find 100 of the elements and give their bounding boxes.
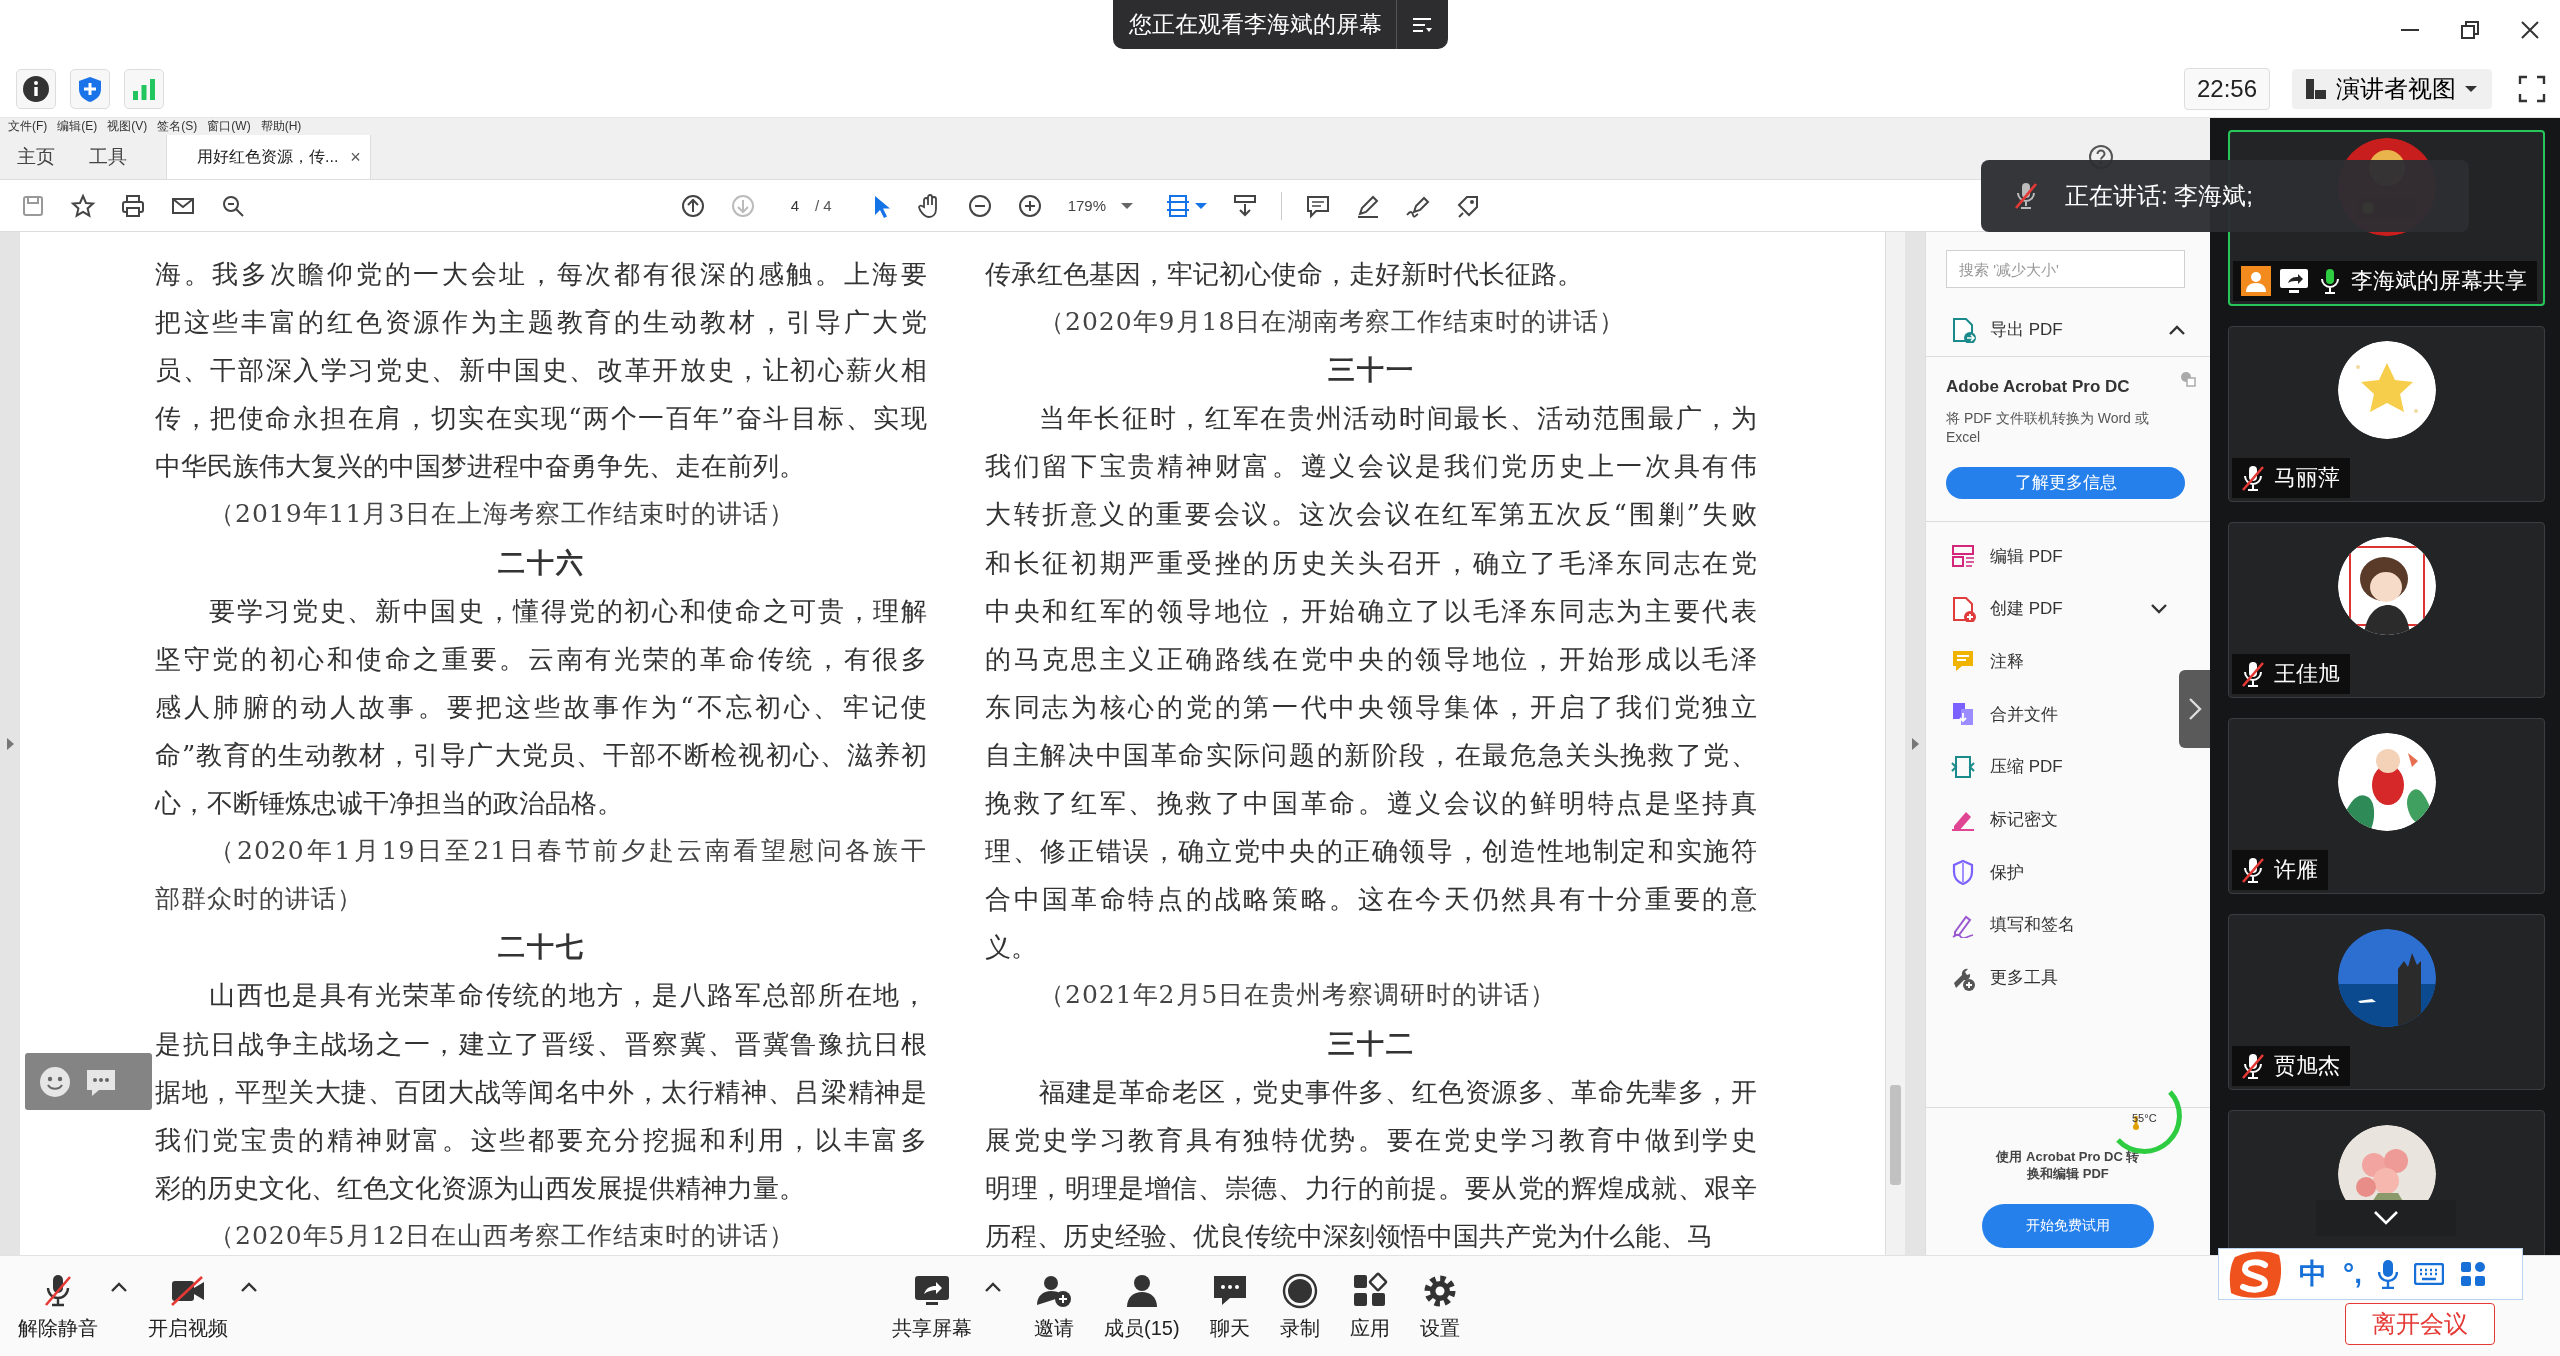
- citation: （2021年2月5日在贵州考察调研时的讲话）: [1038, 979, 1558, 1012]
- previous-page-icon[interactable]: [680, 192, 706, 219]
- citation: （2020年5月12日在山西考察工作结束时的讲话）: [208, 1219, 797, 1252]
- tool-item[interactable]: 更多工具: [1926, 951, 2174, 1004]
- security-button[interactable]: [70, 68, 110, 109]
- collapse-button[interactable]: [2179, 670, 2210, 748]
- paragraph: 传承红色基因，牢记初心使命，走好新时代长征路。: [985, 258, 1584, 291]
- tool-item[interactable]: 注释: [1926, 635, 2174, 688]
- grid-icon[interactable]: [2460, 1261, 2486, 1287]
- star-icon[interactable]: [70, 192, 96, 219]
- chevron-right-icon: [2187, 697, 2202, 721]
- info-button[interactable]: [16, 68, 56, 109]
- meeting-time: 22:56: [2183, 67, 2270, 110]
- tool-item[interactable]: 编辑 PDF: [1926, 529, 2174, 583]
- emoji-button[interactable]: [39, 1065, 71, 1098]
- mic-button[interactable]: 解除静音: [12, 1266, 104, 1346]
- export-pdf-icon: [1950, 316, 1976, 343]
- tool-item[interactable]: 压缩 PDF: [1926, 740, 2174, 794]
- speaker-text: 正在讲话: 李海斌;: [2065, 181, 2253, 211]
- input-mode[interactable]: 中: [2299, 1255, 2327, 1293]
- invite-button[interactable]: 邀请: [1028, 1266, 1080, 1346]
- section-heading: 二十七: [496, 930, 586, 965]
- fit-page-icon: [1165, 192, 1192, 219]
- layout-icon: [2304, 76, 2328, 101]
- person-icon: [2245, 270, 2267, 292]
- restore-icon: [2459, 19, 2481, 41]
- tool-item[interactable]: 保护: [1926, 845, 2174, 899]
- create-tool-icon: [1950, 595, 1976, 622]
- chat-button[interactable]: 聊天: [1203, 1266, 1256, 1346]
- edit-tool-icon: [1950, 543, 1976, 570]
- section-heading: 二十六: [496, 545, 586, 580]
- video-button[interactable]: 开启视频: [142, 1266, 234, 1346]
- chevron-up-icon: [984, 1280, 1002, 1293]
- tool-item[interactable]: 合并文件: [1926, 687, 2174, 741]
- video-tile[interactable]: 贾旭杰: [2228, 914, 2545, 1090]
- tab[interactable]: 用好红色资源，传... ×: [166, 135, 371, 179]
- banner-title: 您正在观看李海斌的屏幕: [1127, 10, 1383, 39]
- caret-icon: [2464, 83, 2478, 94]
- settings-button[interactable]: 设置: [1413, 1266, 1466, 1346]
- citation: （2020年9月18日在湖南考察工作结束时的讲话）: [1038, 306, 1627, 339]
- tool-item[interactable]: 创建 PDF: [1926, 582, 2174, 636]
- section-heading: 三十一: [1326, 353, 1416, 388]
- mic-off-icon: [2013, 181, 2039, 211]
- emoji-icon: [39, 1065, 71, 1098]
- scrollbar[interactable]: [1885, 232, 1905, 1255]
- paragraph: 福建是革命老区，党史事件多、红色资源多、革命先辈多，开 展党史学习教育具有独特优势。要在党史学习教育中做到学史 明理，明理是增信、崇德、力行的前提。要从党的辉煌成就、艰辛 历程、历史经验、优良传统中深刻领悟中国共产党为什么能、马: [985, 1075, 1757, 1253]
- scroll-mode-icon[interactable]: [1232, 192, 1259, 219]
- chevron-down-icon: [2150, 602, 2168, 615]
- print-icon[interactable]: [120, 192, 146, 219]
- tool-item[interactable]: 填写和签名: [1926, 898, 2174, 952]
- share-button[interactable]: 共享屏幕: [886, 1266, 978, 1346]
- paragraph: 海。我多次瞻仰党的一大会址，每次都有很深的感触。上海要 把这些丰富的红色资源作为主题教育的生动教材，引导广大党 员、干部深入学习党史、新中国史、改革开放史，让初心薪火相 传，把使命永担在肩，切实在实现“两个一百年”奋斗目标、实现 中华民族伟大复兴的中国梦进程中奋勇争先、走在前列。: [155, 258, 927, 484]
- paragraph: 要学习党史、新中国史，懂得党的初心和使命之可贵，理解 坚守党的初心和使命之重要。云南有光荣的革命传统，有很多 感人肺腑的动人故事。要把这些故事作为“不忘初心、牢记使 命”教育的生动教材，引导广大党员、干部不断检视初心、滋养初 心，不断锤炼忠诚干净担当的政治品格。: [155, 594, 927, 821]
- menu-item[interactable]: 窗口(W): [207, 118, 251, 135]
- chevron-up-icon: [240, 1280, 258, 1293]
- tab[interactable]: 工具: [72, 135, 144, 179]
- fullscreen-icon: [2518, 74, 2546, 103]
- leave-meeting-button[interactable]: 离开会议: [2345, 1303, 2495, 1345]
- expand-arrow-icon[interactable]: [6, 737, 14, 750]
- keyboard-icon[interactable]: [2414, 1263, 2444, 1285]
- members-button[interactable]: 成员(15): [1098, 1266, 1186, 1346]
- tab[interactable]: 主页: [0, 135, 72, 179]
- apps-button[interactable]: 应用: [1343, 1266, 1396, 1346]
- export-pdf-item[interactable]: 导出 PDF: [1926, 304, 2210, 357]
- expand-arrow-icon[interactable]: [1911, 737, 1919, 750]
- mic-off-icon: [2240, 464, 2266, 492]
- zoom-out-icon[interactable]: [966, 192, 993, 219]
- punctuation-mode[interactable]: °,: [2343, 1258, 2362, 1290]
- menu-item[interactable]: 帮助(H): [260, 118, 302, 135]
- menu-item[interactable]: 视图(V): [107, 118, 148, 135]
- menu-item[interactable]: 签名(S): [157, 118, 198, 135]
- menu-item[interactable]: 编辑(E): [57, 118, 98, 135]
- participant-name: 马丽萍: [2274, 464, 2340, 492]
- promo-text: 将 PDF 文件联机转换为 Word 或 Excel: [1946, 408, 2150, 447]
- video-tile[interactable]: 许雁: [2228, 718, 2545, 894]
- section-heading: 三十二: [1326, 1026, 1416, 1061]
- view-dropdown[interactable]: 演讲者视图: [2292, 68, 2492, 109]
- mic-icon[interactable]: [2378, 1259, 2398, 1289]
- search-field[interactable]: 搜索 '减少大小': [1946, 250, 2185, 288]
- protect-tool-icon: [1950, 859, 1976, 886]
- video-tile[interactable]: 王佳旭: [2228, 522, 2545, 698]
- mic-off-icon: [2240, 856, 2266, 884]
- free-trial-button[interactable]: 开始免费试用: [1982, 1204, 2154, 1248]
- fullscreen-button[interactable]: [2518, 74, 2546, 103]
- close-tab-button[interactable]: ×: [350, 146, 361, 168]
- info-icon: [22, 74, 50, 103]
- zoom-dropdown[interactable]: 179%: [1061, 193, 1141, 218]
- zoom-in-icon[interactable]: [1016, 192, 1043, 219]
- video-tile[interactable]: 马丽萍: [2228, 326, 2545, 502]
- caret-icon: [1120, 200, 1135, 211]
- caret-icon: [1194, 200, 1209, 211]
- tool-item[interactable]: 标记密文: [1926, 793, 2174, 846]
- record-button[interactable]: 录制: [1273, 1266, 1326, 1346]
- shield-icon: [76, 74, 104, 103]
- learn-more-button[interactable]: 了解更多信息: [1946, 466, 2185, 499]
- participant-name: 李海斌的屏幕共享: [2351, 267, 2527, 295]
- chevron-up-icon: [2168, 323, 2186, 336]
- citation: （2020年1月19日至21日春节前夕赴云南看望慰问各族干 部群众时的讲话）: [155, 835, 927, 916]
- share-screen-icon: [2279, 267, 2309, 295]
- menu-item[interactable]: 文件(F): [8, 118, 48, 135]
